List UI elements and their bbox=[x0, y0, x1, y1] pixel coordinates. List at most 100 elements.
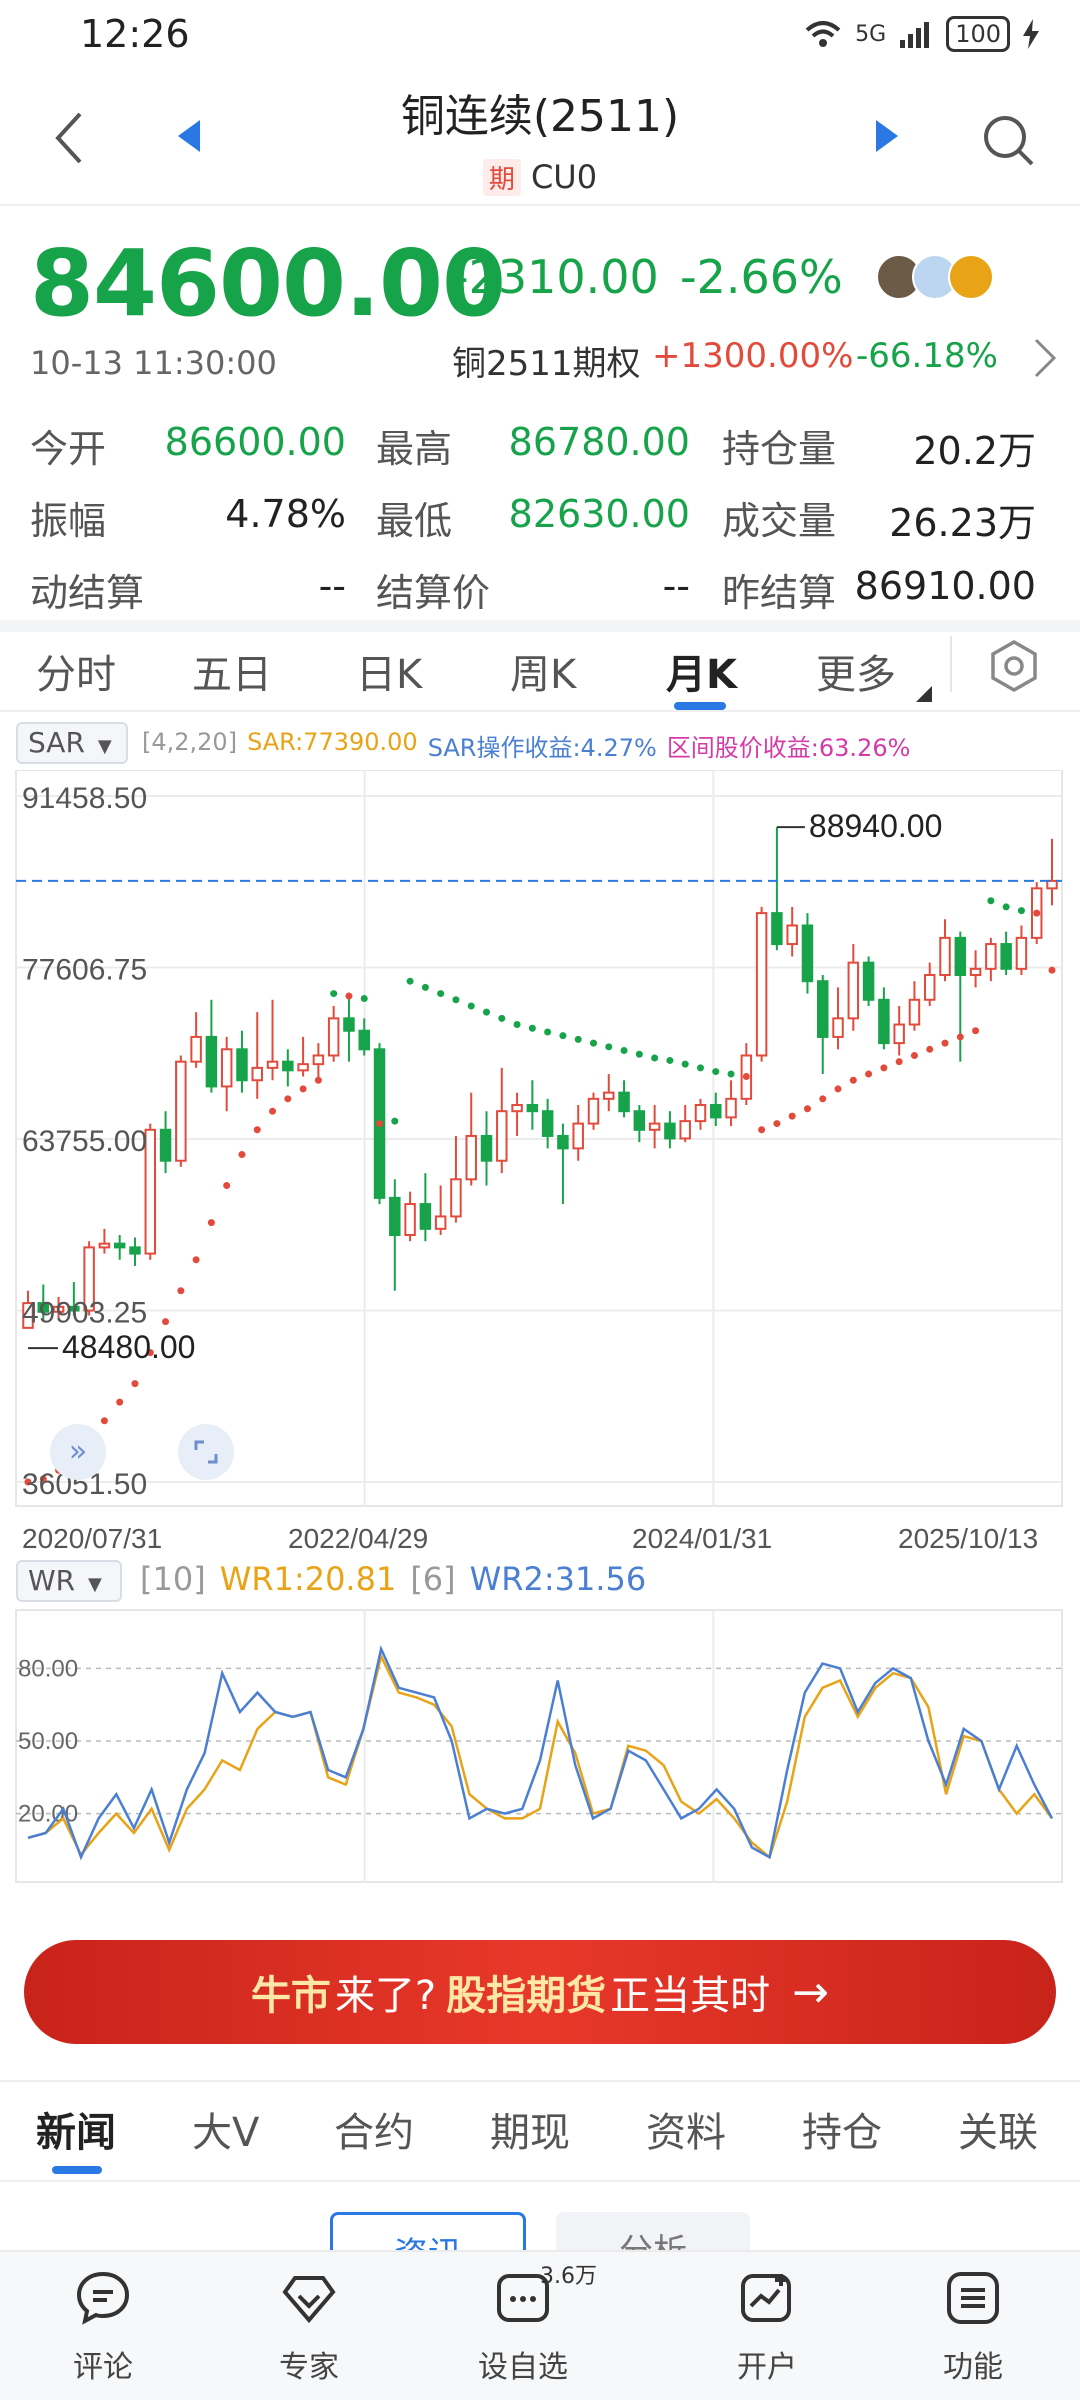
sar-dot bbox=[253, 1126, 261, 1134]
chevron-right-icon[interactable] bbox=[1030, 336, 1060, 380]
tab-weekly-k[interactable]: 周K bbox=[510, 642, 576, 700]
wr-series-line-wr2 bbox=[27, 1645, 1054, 1861]
wr-param-1: [10] bbox=[140, 1560, 206, 1598]
sar-dot bbox=[758, 1126, 766, 1134]
avatar bbox=[948, 254, 994, 300]
sar-dot bbox=[192, 1256, 200, 1264]
candle-body bbox=[1000, 943, 1012, 970]
fast-forward-button[interactable]: » bbox=[50, 1424, 106, 1480]
sar-dot bbox=[910, 1051, 918, 1059]
sar-dot bbox=[574, 1035, 582, 1043]
nav-comment[interactable]: 评论 bbox=[28, 2268, 178, 2386]
tab-intraday[interactable]: 分时 bbox=[36, 642, 116, 700]
tab-positions[interactable]: 持仓 bbox=[802, 2100, 882, 2158]
x-tick-label: 2022/04/29 bbox=[288, 1523, 428, 1554]
stat-value: -- bbox=[318, 564, 346, 608]
sar-dot bbox=[1017, 907, 1025, 915]
sar-dot bbox=[544, 1028, 552, 1036]
sar-dot bbox=[727, 1070, 735, 1078]
candle-body bbox=[939, 936, 951, 977]
contract-code: 期 CU0 bbox=[0, 158, 1080, 196]
sar-dot bbox=[483, 1008, 491, 1016]
sar-dot bbox=[391, 1117, 399, 1125]
signal-icon bbox=[900, 22, 930, 48]
tab-spot-futures[interactable]: 期现 bbox=[490, 2100, 570, 2158]
tab-profile[interactable]: 资料 bbox=[646, 2100, 726, 2158]
option-change-up[interactable]: +1300.00% bbox=[652, 336, 853, 376]
promo-banner[interactable]: 牛市 来了? 股指期货 正当其时 → bbox=[24, 1940, 1056, 2044]
candle-body bbox=[190, 1035, 202, 1063]
wr-tick-label: 80.00 bbox=[18, 1655, 78, 1682]
sar-dot bbox=[223, 1181, 231, 1189]
tab-related[interactable]: 关联 bbox=[958, 2100, 1038, 2158]
option-change-down[interactable]: -66.18% bbox=[856, 336, 998, 376]
wr1-value: WR1:20.81 bbox=[219, 1560, 397, 1598]
tab-daily-k[interactable]: 日K bbox=[356, 642, 422, 700]
candle-body bbox=[251, 1066, 263, 1082]
candle-body bbox=[985, 943, 997, 970]
candle-body bbox=[786, 924, 798, 946]
sar-dot bbox=[238, 1151, 246, 1159]
watchlist-count-badge: 3.6万 bbox=[540, 2264, 597, 2289]
candle-body bbox=[511, 1104, 523, 1113]
tab-contract[interactable]: 合约 bbox=[334, 2100, 414, 2158]
stat-label: 动结算 bbox=[30, 571, 145, 615]
settings-icon[interactable] bbox=[986, 638, 1042, 694]
nav-expert[interactable]: 专家 bbox=[234, 2268, 384, 2386]
candle-body bbox=[220, 1048, 233, 1088]
sar-dot bbox=[834, 1085, 842, 1093]
indicator-values: [4,2,20] SAR:77390.00 SAR操作收益:4.27% 区间股价… bbox=[142, 728, 910, 763]
chevron-down-icon: ▼ bbox=[97, 736, 112, 757]
tab-more[interactable]: 更多 bbox=[816, 642, 896, 700]
banner-text-4: 正当其时 bbox=[610, 1973, 771, 2019]
candle-body bbox=[633, 1110, 646, 1131]
comment-icon bbox=[76, 2271, 130, 2325]
sar-dot bbox=[1002, 903, 1010, 911]
candle-body bbox=[878, 998, 890, 1045]
candle-body bbox=[817, 980, 829, 1038]
tab-monthly-k[interactable]: 月K bbox=[666, 642, 737, 700]
sar-dot bbox=[773, 1120, 781, 1128]
candle-body bbox=[603, 1091, 615, 1100]
x-tick-label: 2025/10/13 bbox=[898, 1523, 1038, 1554]
candle-body bbox=[557, 1134, 569, 1150]
candle-body bbox=[297, 1063, 309, 1072]
sar-dot bbox=[605, 1043, 613, 1051]
next-contract-icon[interactable] bbox=[876, 120, 898, 152]
sar-dot bbox=[269, 1107, 277, 1115]
wr-indicator-select[interactable]: WR ▼ bbox=[16, 1560, 122, 1602]
followers-avatars[interactable] bbox=[876, 254, 994, 300]
tab-five-day[interactable]: 五日 bbox=[192, 642, 272, 700]
price-chart[interactable]: 91458.5077606.7563755.0049903.2536051.50… bbox=[0, 770, 1080, 1890]
nav-functions[interactable]: 功能 bbox=[898, 2268, 1048, 2386]
candle-body bbox=[541, 1110, 554, 1137]
sar-dot bbox=[620, 1047, 628, 1055]
sar-dot bbox=[467, 1002, 475, 1010]
candle-body bbox=[908, 998, 921, 1026]
candle-body bbox=[572, 1122, 584, 1150]
candle-body bbox=[847, 961, 860, 1020]
stat-value: 86600.00 bbox=[164, 420, 346, 464]
candle-body bbox=[266, 1060, 279, 1069]
sar-dot bbox=[207, 1219, 215, 1227]
search-icon[interactable] bbox=[980, 112, 1036, 168]
stat-value: -- bbox=[662, 564, 690, 608]
candle-body bbox=[526, 1104, 539, 1113]
candle-body bbox=[450, 1178, 462, 1218]
page-title: 铜连续(2511) bbox=[400, 91, 680, 142]
active-tab-indicator bbox=[674, 702, 726, 710]
tab-big-v[interactable]: 大V bbox=[192, 2100, 259, 2158]
expand-chart-button[interactable] bbox=[178, 1424, 234, 1480]
candle-body bbox=[343, 1017, 355, 1032]
candle-body bbox=[496, 1110, 508, 1162]
nav-open-account[interactable]: 开户 bbox=[692, 2268, 842, 2386]
sar-dot bbox=[421, 983, 429, 991]
sar-dot bbox=[376, 1120, 384, 1128]
option-name[interactable]: 铜2511期权 bbox=[452, 336, 641, 385]
sar-value: SAR:77390.00 bbox=[247, 728, 418, 756]
sar-dot bbox=[589, 1039, 597, 1047]
indicator-select[interactable]: SAR ▼ bbox=[16, 722, 128, 764]
tab-news[interactable]: 新闻 bbox=[36, 2100, 116, 2158]
contract-code-text: CU0 bbox=[530, 158, 598, 196]
indicator-name: SAR bbox=[28, 726, 85, 759]
